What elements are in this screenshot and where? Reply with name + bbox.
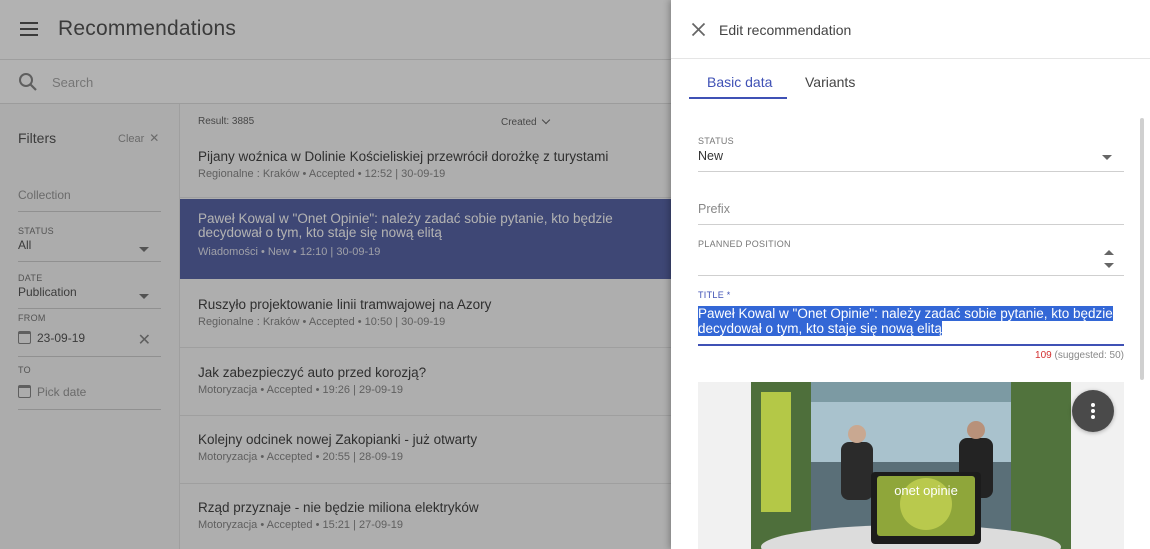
title-field[interactable]: TITLE * Paweł Kowal w "Onet Opinie": nal… <box>698 290 1124 346</box>
prefix-placeholder: Prefix <box>698 202 730 216</box>
title-line-2: decydował o tym, kto staje się nową elit… <box>698 321 942 336</box>
tab-basic-data[interactable]: Basic data <box>707 74 772 90</box>
dropdown-arrow-icon <box>1102 155 1112 160</box>
active-tab-indicator <box>689 97 787 99</box>
close-icon[interactable] <box>691 22 706 37</box>
character-counter: 109 (suggested: 50) <box>1035 350 1124 361</box>
status-value: New <box>698 149 724 163</box>
prefix-field[interactable]: Prefix <box>698 202 1124 225</box>
modal-backdrop[interactable] <box>0 0 671 549</box>
planned-position-label: PLANNED POSITION <box>698 239 791 249</box>
title-line-1: Paweł Kowal w "Onet Opinie": należy zada… <box>698 306 1113 321</box>
number-stepper-icon[interactable] <box>1104 250 1114 270</box>
drawer-title: Edit recommendation <box>719 22 852 38</box>
image-container: onet opinie <box>698 382 1124 549</box>
drawer-header: Edit recommendation <box>671 0 1150 59</box>
edit-recommendation-drawer: Edit recommendation Basic data Variants … <box>671 0 1150 549</box>
planned-position-field[interactable]: PLANNED POSITION <box>698 239 1124 276</box>
article-image: onet opinie <box>751 382 1071 549</box>
drawer-scrollbar[interactable] <box>1140 118 1144 380</box>
tv-studio-image: onet opinie <box>751 382 1071 549</box>
status-label: STATUS <box>698 136 734 146</box>
title-input-text[interactable]: Paweł Kowal w "Onet Opinie": należy zada… <box>698 306 1124 336</box>
image-caption: onet opinie <box>894 483 958 498</box>
suggested-length: (suggested: 50) <box>1054 350 1125 361</box>
more-options-button[interactable] <box>1072 390 1114 432</box>
status-select[interactable]: STATUS New <box>698 136 1124 172</box>
character-count: 109 <box>1035 350 1052 361</box>
title-label: TITLE * <box>698 290 731 300</box>
tab-variants[interactable]: Variants <box>805 74 855 90</box>
